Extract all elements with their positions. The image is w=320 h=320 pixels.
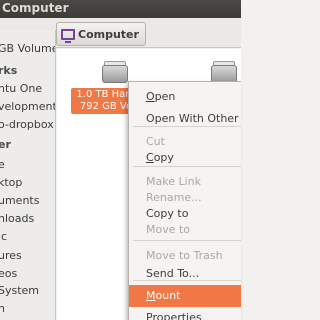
sidebar-item[interactable]: eos — [0, 267, 17, 280]
sidebar-item[interactable]: ktop — [0, 176, 22, 189]
sidebar-item[interactable]: e — [0, 158, 5, 171]
menu-item-open-with-other-ap[interactable]: Open With Other Ap — [129, 108, 241, 130]
context-menu: OpenOpen With Other ApCutCopyMake LinkRe… — [128, 81, 241, 320]
sidebar-section-header: er — [0, 138, 11, 151]
window-title: Computer — [0, 0, 241, 18]
menu-item-send-to[interactable]: Send To... — [129, 263, 241, 285]
menu-item-properties[interactable]: Properties — [129, 307, 241, 320]
sidebar-item[interactable]: System — [0, 284, 39, 297]
sidebar-item[interactable]: GB Volume — [0, 42, 55, 55]
menu-item-open[interactable]: Open — [129, 86, 241, 108]
menu-item-mount[interactable]: Mount — [129, 285, 241, 307]
menu-item-move-to: Move to — [146, 223, 191, 236]
sidebar-section-header: rks — [0, 64, 18, 77]
sidebar-item[interactable]: velopment — [0, 100, 55, 113]
sidebar-item[interactable]: ic — [0, 230, 7, 243]
sidebar-item[interactable]: h — [0, 302, 5, 315]
sidebar-item[interactable]: ures — [0, 249, 22, 262]
sidebar-item[interactable]: ntu One — [0, 82, 42, 95]
computer-icon — [61, 28, 75, 43]
menu-item-copy[interactable]: Copy — [129, 147, 241, 169]
sidebar-item[interactable]: uments — [0, 194, 39, 207]
sidebar-item[interactable]: nloads — [0, 212, 34, 225]
location-computer-button[interactable]: Computer — [56, 22, 146, 46]
sidebar-item[interactable]: o-dropbox — [0, 118, 54, 131]
location-computer-label: Computer — [78, 27, 139, 41]
sidebar: GB Volume rks ntu One velopment o-dropbox er e… — [0, 30, 56, 320]
